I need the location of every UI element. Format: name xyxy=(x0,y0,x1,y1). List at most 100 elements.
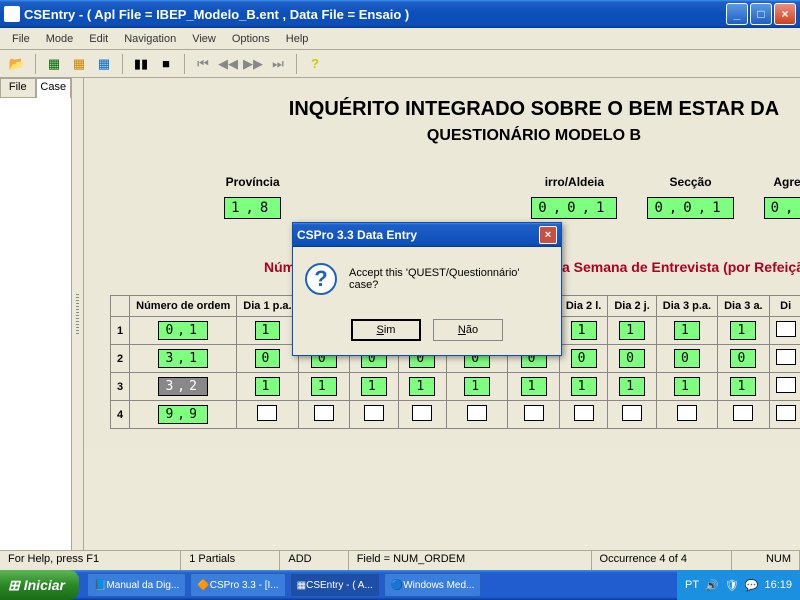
grid-cell[interactable]: 1 xyxy=(447,373,508,401)
grid-cell[interactable]: 1 xyxy=(508,373,560,401)
grid-cell[interactable]: 3,2 xyxy=(130,373,237,401)
status-mode: ADD xyxy=(280,551,348,570)
next-icon[interactable]: ▶▶ xyxy=(242,53,264,75)
grid-cell[interactable] xyxy=(718,401,770,429)
minimize-button[interactable]: _ xyxy=(726,3,748,25)
grid-cell[interactable] xyxy=(559,401,607,429)
question-icon: ? xyxy=(305,263,337,295)
stop-icon[interactable]: ■ xyxy=(155,53,177,75)
grid-cell[interactable] xyxy=(298,401,350,429)
column-header xyxy=(111,296,130,317)
grid-cell[interactable] xyxy=(508,401,560,429)
field-label: Secção xyxy=(647,175,733,189)
taskbar-item[interactable]: 🔵 Windows Med... xyxy=(384,573,482,597)
grid-cell[interactable] xyxy=(769,401,800,429)
dialog-titlebar[interactable]: CSPro 3.3 Data Entry × xyxy=(293,223,561,247)
menu-navigation[interactable]: Navigation xyxy=(116,31,184,47)
provincia-input[interactable]: 1,8 xyxy=(224,197,281,219)
grid-cell[interactable]: 1 xyxy=(298,373,350,401)
menu-edit[interactable]: Edit xyxy=(81,31,116,47)
splitter[interactable] xyxy=(72,78,84,550)
menu-view[interactable]: View xyxy=(184,31,224,47)
system-tray[interactable]: PT 🔊 🛡 💬 16:19 xyxy=(677,570,800,600)
bairro-input[interactable]: 0,0,1 xyxy=(531,197,617,219)
grid-cell[interactable] xyxy=(769,317,800,345)
tray-icon[interactable]: 💬 xyxy=(745,579,759,592)
grid-cell[interactable]: 0 xyxy=(656,345,717,373)
grid-cell[interactable] xyxy=(237,401,298,429)
grid-cell[interactable] xyxy=(608,401,656,429)
help-icon[interactable]: ? xyxy=(304,53,326,75)
status-field: Field = NUM_ORDEM xyxy=(349,551,592,570)
menu-mode[interactable]: Mode xyxy=(38,31,82,47)
grid-cell[interactable] xyxy=(769,373,800,401)
taskbar-item[interactable]: 🔶 CSPro 3.3 - [I... xyxy=(190,573,285,597)
taskbar-item[interactable]: 📘 Manual da Dig... xyxy=(87,573,186,597)
lang-indicator[interactable]: PT xyxy=(685,579,699,591)
grid-cell[interactable] xyxy=(656,401,717,429)
header-fields: Província 1,8 irro/Aldeia 0,0,1 Secção 0… xyxy=(114,175,800,219)
dialog-title: CSPro 3.3 Data Entry xyxy=(297,228,417,242)
grid-cell[interactable]: 0 xyxy=(237,345,298,373)
open-icon[interactable]: 📂 xyxy=(6,53,28,75)
field-label: irro/Aldeia xyxy=(531,175,617,189)
dialog-yes-button[interactable]: Sim xyxy=(351,319,421,341)
grid-cell[interactable]: 0 xyxy=(559,345,607,373)
grid-cell[interactable]: 1 xyxy=(656,373,717,401)
column-header: Dia 2 l. xyxy=(559,296,607,317)
prev-icon[interactable]: ◀◀ xyxy=(217,53,239,75)
first-icon[interactable]: ⏮ xyxy=(192,53,214,75)
status-occurrence: Occurrence 4 of 4 xyxy=(592,551,732,570)
confirm-dialog: CSPro 3.3 Data Entry × ? Accept this 'QU… xyxy=(292,222,562,356)
grid-cell[interactable]: 1 xyxy=(559,373,607,401)
grid-cell[interactable]: 1 xyxy=(656,317,717,345)
start-button[interactable]: ⊞Iniciar xyxy=(0,570,79,600)
grid-cell[interactable]: 0 xyxy=(608,345,656,373)
grid-cell[interactable] xyxy=(447,401,508,429)
grid-cell[interactable]: 1 xyxy=(237,373,298,401)
grid-cell[interactable]: 9,9 xyxy=(130,401,237,429)
sidebar-tab-file[interactable]: File xyxy=(0,78,36,98)
grid-cell[interactable]: 0,1 xyxy=(130,317,237,345)
grid-cell[interactable]: 0 xyxy=(718,345,770,373)
grid-cell[interactable]: 1 xyxy=(608,317,656,345)
edit-icon[interactable]: ▦ xyxy=(68,53,90,75)
row-number: 3 xyxy=(111,373,130,401)
close-button[interactable]: × xyxy=(774,3,796,25)
grid-cell[interactable]: 3,1 xyxy=(130,345,237,373)
taskbar-item[interactable]: ▦ CSEntry - ( A... xyxy=(290,573,380,597)
grid-cell[interactable] xyxy=(350,401,398,429)
add-icon[interactable]: ▦ xyxy=(43,53,65,75)
taskbar: ⊞Iniciar 📘 Manual da Dig... 🔶 CSPro 3.3 … xyxy=(0,570,800,600)
grid-cell[interactable]: 1 xyxy=(718,317,770,345)
grid-cell[interactable]: 1 xyxy=(718,373,770,401)
status-help: For Help, press F1 xyxy=(0,551,181,570)
window-titlebar: CSEntry - ( Apl File = IBEP_Modelo_B.ent… xyxy=(0,0,800,28)
grid-cell[interactable] xyxy=(398,401,446,429)
dialog-no-button[interactable]: Não xyxy=(433,319,503,341)
pause-icon[interactable]: ▮▮ xyxy=(130,53,152,75)
row-number: 2 xyxy=(111,345,130,373)
grid-cell[interactable]: 1 xyxy=(237,317,298,345)
field-label: Agregado F xyxy=(764,175,800,189)
last-icon[interactable]: ⏭ xyxy=(267,53,289,75)
page-subtitle: QUESTIONÁRIO MODELO B xyxy=(114,127,800,145)
tray-icon[interactable]: 🛡 xyxy=(725,579,739,592)
menu-help[interactable]: Help xyxy=(278,31,317,47)
maximize-button[interactable]: □ xyxy=(750,3,772,25)
sidebar-tab-case[interactable]: Case xyxy=(36,78,72,98)
column-header: Dia 1 p.a. xyxy=(237,296,298,317)
menu-options[interactable]: Options xyxy=(224,31,278,47)
menubar: File Mode Edit Navigation View Options H… xyxy=(0,28,800,50)
grid-cell[interactable]: 1 xyxy=(398,373,446,401)
grid-cell[interactable] xyxy=(769,345,800,373)
seccao-input[interactable]: 0,0,1 xyxy=(647,197,733,219)
grid-cell[interactable]: 1 xyxy=(350,373,398,401)
grid-cell[interactable]: 1 xyxy=(559,317,607,345)
dialog-close-button[interactable]: × xyxy=(539,226,557,244)
tray-icon[interactable]: 🔊 xyxy=(705,579,719,592)
verify-icon[interactable]: ▦ xyxy=(93,53,115,75)
menu-file[interactable]: File xyxy=(4,31,38,47)
agregado-input[interactable]: 0,3,7 xyxy=(764,197,800,219)
grid-cell[interactable]: 1 xyxy=(608,373,656,401)
